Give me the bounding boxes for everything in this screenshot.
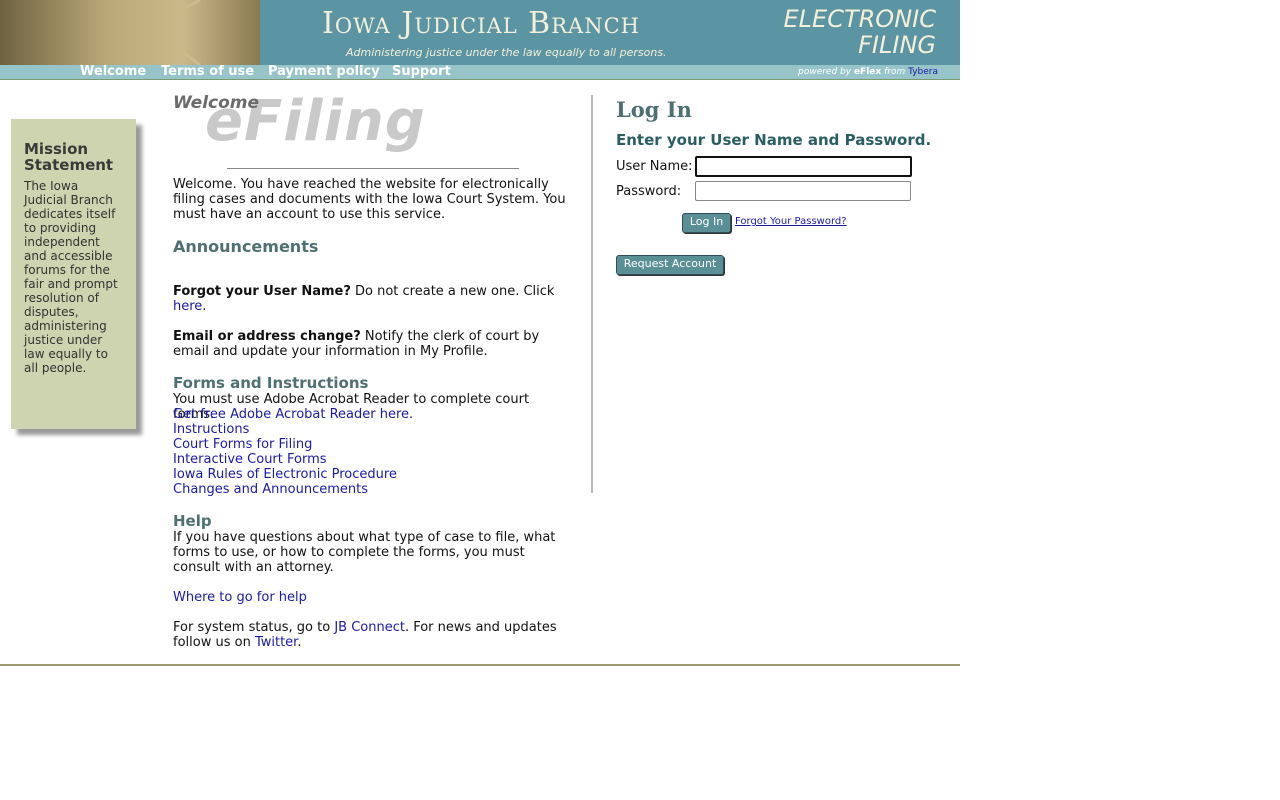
vertical-divider: [591, 95, 593, 493]
welcome-heading: Welcome: [173, 93, 260, 113]
email-change-notice: Email or address change? Notify the cler…: [173, 329, 573, 359]
twitter-link[interactable]: Twitter: [255, 635, 297, 650]
acrobat-reader-link[interactable]: Get free Adobe Acrobat Reader here.: [173, 407, 413, 422]
forgot-username-bold: Forgot your User Name?: [173, 284, 351, 299]
nav-support[interactable]: Support: [392, 65, 451, 79]
mission-statement-box: Mission Statement The Iowa Judicial Bran…: [11, 119, 136, 429]
email-change-bold: Email or address change?: [173, 329, 361, 344]
site-title: Iowa Judicial Branch: [322, 6, 640, 41]
status-end: .: [297, 635, 302, 650]
system-status-text: For system status, go to JB Connect. For…: [173, 620, 573, 650]
login-subtitle: Enter your User Name and Password.: [616, 131, 932, 149]
nav-welcome[interactable]: Welcome: [80, 65, 146, 79]
forgot-username-end: .: [202, 299, 207, 314]
forgot-username-text: Do not create a new one. Click: [350, 284, 555, 299]
login-button[interactable]: Log In: [682, 213, 731, 233]
forgot-username-notice: Forgot your User Name? Do not create a n…: [173, 284, 573, 314]
intro-text: Welcome. You have reached the website fo…: [173, 177, 566, 222]
powered-by: powered by eFlex from Tybera: [798, 66, 938, 78]
footer-divider: [0, 664, 960, 666]
forgot-username-here-link[interactable]: here: [173, 299, 202, 314]
forgot-password-link[interactable]: Forgot Your Password?: [735, 216, 847, 227]
dome-image: [0, 0, 260, 65]
rules-link[interactable]: Iowa Rules of Electronic Procedure: [173, 467, 397, 482]
tybera-link[interactable]: Tybera: [908, 67, 938, 77]
announcements-heading: Announcements: [173, 237, 319, 256]
nav-terms-of-use[interactable]: Terms of use: [161, 65, 254, 79]
interactive-forms-link[interactable]: Interactive Court Forms: [173, 452, 327, 467]
where-help-link[interactable]: Where to go for help: [173, 590, 307, 605]
password-input[interactable]: [695, 181, 911, 201]
powered-from: from: [884, 67, 906, 77]
filing-label: FILING: [858, 31, 936, 59]
header-banner: Iowa Judicial Branch Administering justi…: [0, 0, 960, 65]
powered-product: eFlex: [853, 67, 882, 77]
nav-payment-policy[interactable]: Payment policy: [268, 65, 380, 79]
court-forms-link[interactable]: Court Forms for Filing: [173, 437, 312, 452]
electronic-label: ELECTRONIC: [783, 5, 936, 33]
help-text: If you have questions about what type of…: [173, 530, 556, 575]
mission-title: Mission Statement: [24, 140, 114, 174]
username-label: User Name:: [616, 159, 693, 174]
nav-bar: Welcome Terms of use Payment policy Supp…: [0, 65, 960, 79]
request-account-button[interactable]: Request Account: [616, 255, 724, 275]
instructions-link[interactable]: Instructions: [173, 422, 249, 437]
center-divider: [227, 168, 519, 169]
changes-link[interactable]: Changes and Announcements: [173, 482, 368, 497]
mission-text: The Iowa Judicial Branch dedicates itsel…: [24, 179, 118, 375]
status-pre: For system status, go to: [173, 620, 335, 635]
jb-connect-link[interactable]: JB Connect: [334, 620, 405, 635]
nav-divider: [0, 79, 960, 80]
help-heading: Help: [173, 512, 212, 530]
powered-prefix: powered by: [798, 67, 852, 77]
site-tagline: Administering justice under the law equa…: [346, 46, 667, 59]
forms-heading: Forms and Instructions: [173, 374, 369, 392]
login-title: Log In: [616, 97, 692, 122]
password-label: Password:: [616, 184, 682, 199]
username-input[interactable]: [695, 156, 912, 177]
